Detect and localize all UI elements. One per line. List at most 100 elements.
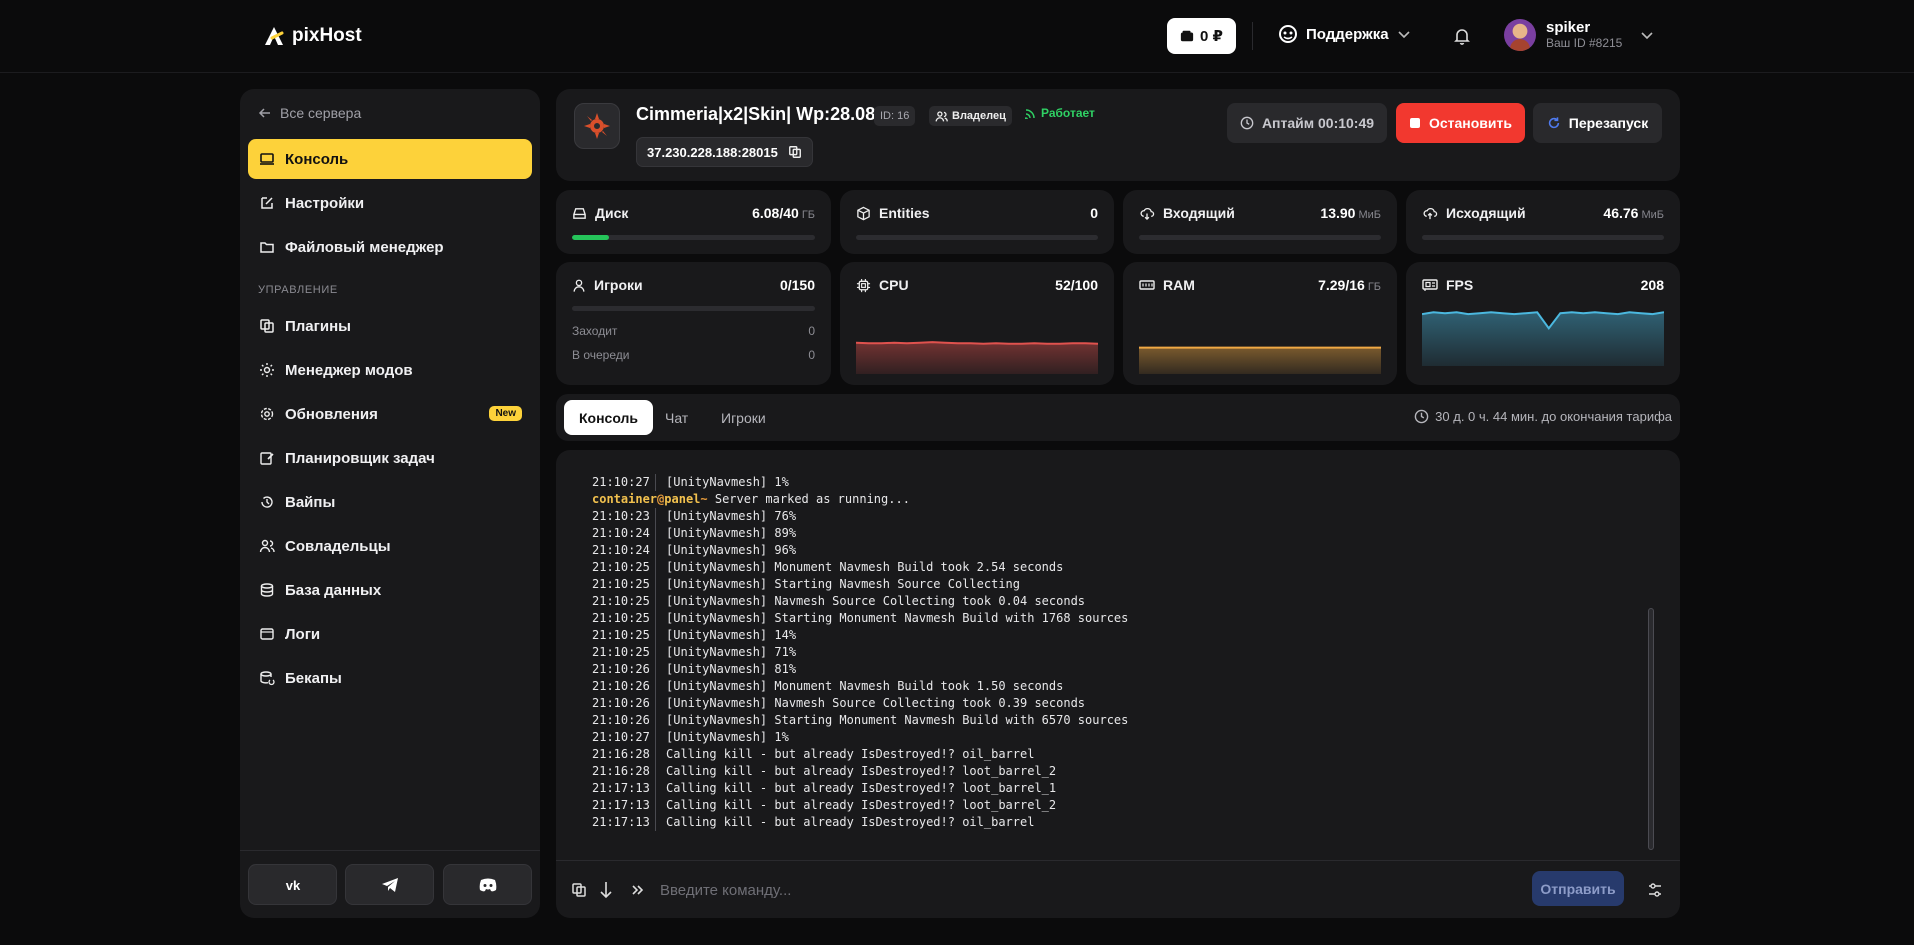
send-button[interactable]: Отправить [1532, 871, 1624, 906]
support-label: Поддержка [1306, 25, 1389, 43]
tab-chat[interactable]: Чат [650, 400, 703, 435]
cpu-icon [856, 278, 871, 292]
console-line-text: Calling kill - but already IsDestroyed!?… [666, 815, 1035, 829]
arrow-left-icon [258, 108, 270, 118]
sidebar-item-wipes[interactable]: Вайпы [248, 482, 532, 522]
owner-chip: Владелец [929, 106, 1012, 126]
signal-icon [1025, 109, 1035, 119]
database-icon [260, 583, 274, 597]
sidebar-item-database[interactable]: База данных [248, 570, 532, 610]
balance-button[interactable]: 0 ₽ [1167, 18, 1236, 54]
ram-card: RAM 7.29/16 ГБ [1123, 262, 1397, 385]
console-settings-button[interactable] [1644, 879, 1666, 901]
ram-area [1139, 347, 1381, 374]
user-id: Ваш ID #8215 [1546, 36, 1623, 50]
bell-icon[interactable] [1452, 26, 1472, 46]
balance-amount: 0 ₽ [1200, 28, 1223, 45]
back-to-servers-link[interactable]: Все сервера [258, 105, 361, 121]
chevrons-right-icon [632, 885, 644, 895]
support-menu[interactable]: Поддержка [1278, 24, 1411, 44]
backup-icon [260, 671, 275, 686]
joining-value: 0 [808, 324, 815, 338]
console-line: 21:10:25 [UnityNavmesh] Starting Navmesh … [592, 576, 1128, 593]
players-value: 0/150 [779, 277, 815, 293]
ram-unit: ГБ [1367, 281, 1381, 293]
sidebar-item-plugins[interactable]: Плагины [248, 306, 532, 346]
console-line-text: [UnityNavmesh] Monument Navmesh Build to… [666, 679, 1064, 693]
telegram-button[interactable] [345, 864, 434, 905]
command-input[interactable] [660, 878, 1220, 902]
sidebar-item-task-scheduler[interactable]: Планировщик задач [248, 438, 532, 478]
status-badge: Работает [1025, 106, 1095, 120]
scroll-to-bottom-button[interactable] [595, 879, 617, 901]
joining-label: Заходит [572, 324, 618, 338]
console-line-time: 21:10:25 [592, 627, 656, 644]
sidebar-item-settings[interactable]: Настройки [248, 183, 532, 223]
console-line-time: 21:17:13 [592, 797, 656, 814]
server-address-copy[interactable]: 37.230.228.188:28015 [636, 137, 813, 167]
console-line-time: 21:10:25 [592, 576, 656, 593]
sidebar-item-console[interactable]: Консоль [248, 139, 532, 179]
cpu-value: 52/100 [1055, 277, 1098, 293]
discord-button[interactable] [443, 864, 532, 905]
outgoing-label-wrap: Исходящий [1422, 205, 1526, 221]
monitor-icon [260, 153, 274, 165]
sidebar-item-logs[interactable]: Логи [248, 614, 532, 654]
disk-progress-fill [572, 235, 609, 240]
console-line: 21:10:24 [UnityNavmesh] 96% [592, 542, 1128, 559]
stop-label: Остановить [1428, 115, 1512, 131]
console-line: 21:10:27 [UnityNavmesh] 1% [592, 474, 1128, 491]
chevron-down-icon [1398, 31, 1410, 39]
sidebar-item-label: Логи [285, 625, 321, 643]
tariff-remaining: 30 д. 0 ч. 44 мин. до окончания тарифа [1414, 409, 1672, 424]
sidebar-item-mod-manager[interactable]: Менеджер модов [248, 350, 532, 390]
console-line-text: [UnityNavmesh] Navmesh Source Collecting… [666, 696, 1086, 710]
edit-icon [261, 197, 273, 209]
disk-label-wrap: Диск [572, 205, 628, 221]
console-line: 21:10:25 [UnityNavmesh] Starting Monument… [592, 610, 1128, 627]
console-line-time: 21:10:24 [592, 525, 656, 542]
vk-button[interactable]: vk [248, 864, 337, 905]
players-label: Игроки [594, 277, 643, 293]
user-menu[interactable]: spiker Ваш ID #8215 [1504, 19, 1654, 51]
ram-label-wrap: RAM [1139, 277, 1195, 293]
sidebar-item-backups[interactable]: Бекапы [248, 658, 532, 698]
avatar [1504, 19, 1536, 51]
support-bot-icon [1279, 25, 1297, 43]
discord-icon [479, 878, 496, 891]
queue-label: В очереди [572, 348, 630, 362]
players-label-wrap: Игроки [572, 277, 643, 293]
disk-progress [572, 235, 815, 240]
tariff-text: 30 д. 0 ч. 44 мин. до окончания тарифа [1435, 409, 1672, 424]
server-address: 37.230.228.188:28015 [647, 144, 778, 160]
arrow-down-icon [600, 882, 612, 899]
sidebar-item-label: Совладельцы [285, 537, 391, 555]
brand-logo[interactable]: pixHost [262, 24, 362, 48]
tab-console[interactable]: Консоль [564, 400, 654, 435]
console-line: 21:10:25 [UnityNavmesh] 14% [592, 627, 1128, 644]
console-line-time: 21:10:27 [592, 729, 656, 746]
console-line-time: 21:17:13 [592, 780, 656, 797]
ram-value: 7.29/16 ГБ [1318, 277, 1381, 293]
sidebar-item-co-owners[interactable]: Совладельцы [248, 526, 532, 566]
server-id: ID: 16 [880, 110, 910, 122]
sidebar-item-label: Бекапы [285, 669, 342, 687]
header-divider [1252, 22, 1253, 50]
ram-label: RAM [1163, 277, 1195, 293]
console-line-time: 21:10:23 [592, 508, 656, 525]
sidebar-item-updates[interactable]: Обновления New [248, 394, 532, 434]
hard-drive-icon [573, 207, 586, 219]
tab-players[interactable]: Игроки [706, 400, 781, 435]
sidebar-section-manage: УПРАВЛЕНИЕ [258, 284, 338, 296]
stop-button[interactable]: Остановить [1396, 103, 1525, 143]
ram-chart [1139, 346, 1381, 374]
sidebar-item-file-manager[interactable]: Файловый менеджер [248, 227, 532, 267]
back-label: Все сервера [280, 105, 362, 121]
fps-card: FPS 208 [1406, 262, 1680, 385]
disk-unit: ГБ [801, 209, 815, 221]
copy-log-button[interactable] [568, 879, 590, 901]
console-scrollbar[interactable] [1648, 608, 1654, 850]
restart-button[interactable]: Перезапуск [1533, 103, 1662, 143]
players-card: Игроки 0/150 Заходит 0 В очереди 0 [556, 262, 831, 385]
copy-icon [788, 146, 801, 158]
